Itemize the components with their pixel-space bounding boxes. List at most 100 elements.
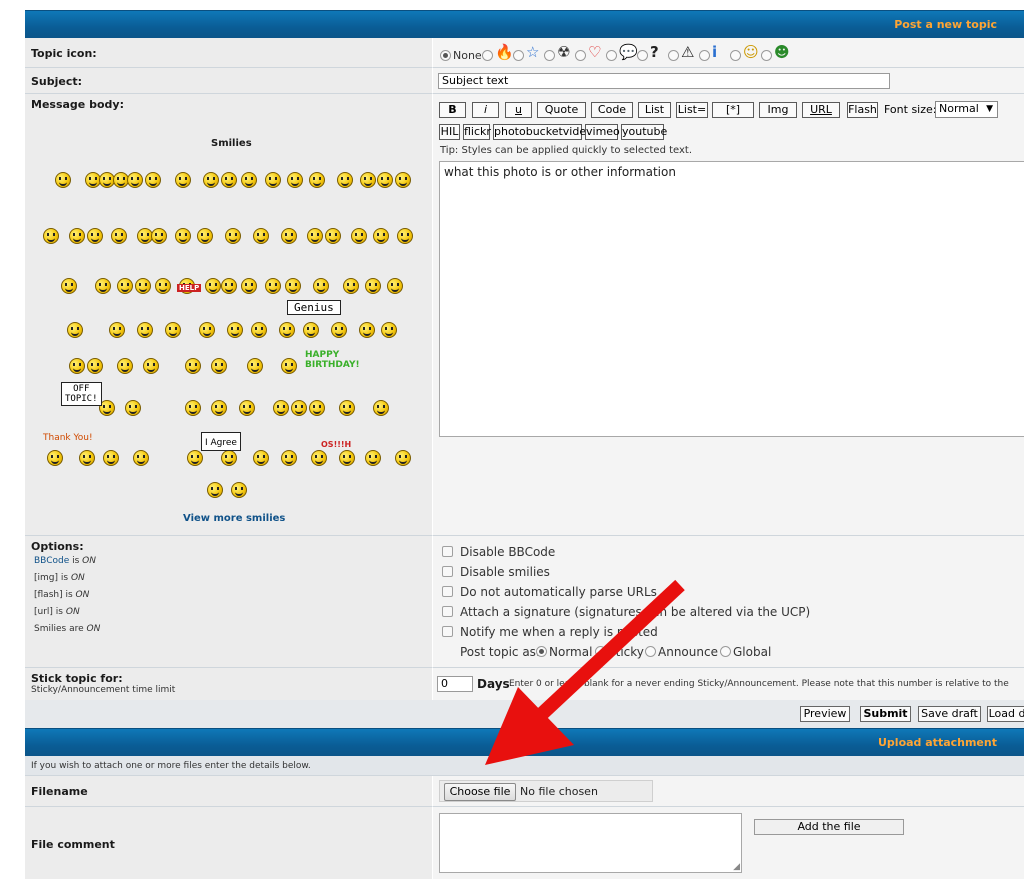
media-button-flickr[interactable]: flickr [463,124,491,140]
smiley-icon[interactable] [117,278,133,294]
smiley-icon[interactable] [145,172,161,188]
smiley-icon[interactable] [203,172,219,188]
smiley-icon[interactable] [43,228,59,244]
subject-input[interactable]: Subject text [438,73,890,89]
smiley-icon[interactable] [155,278,171,294]
info-icon[interactable]: i [712,43,717,61]
smiley-icon[interactable] [265,278,281,294]
smiley-icon[interactable] [311,450,327,466]
smiley-icon[interactable] [109,322,125,338]
topic-icon-radio-8[interactable] [730,50,741,61]
heart-icon[interactable]: ♡ [588,43,601,61]
smiley-icon[interactable] [359,322,375,338]
star-icon[interactable]: ☆ [526,43,539,61]
option-status-name[interactable]: BBCode [34,556,69,566]
smiley-icon[interactable] [325,228,341,244]
option-checkbox-1[interactable] [442,566,453,577]
smiley-icon[interactable] [187,450,203,466]
action-button-save-draft[interactable]: Save draft [918,706,981,722]
smiley-icon[interactable] [61,278,77,294]
smiley-icon[interactable] [281,450,297,466]
speech-icon[interactable]: 💬 [619,43,638,61]
smiley-icon[interactable] [279,322,295,338]
fire-icon[interactable]: 🔥 [495,43,514,61]
smiley-icon[interactable] [175,228,191,244]
smiley-icon[interactable] [127,172,143,188]
smiley-icon[interactable] [221,450,237,466]
media-button-hil[interactable]: HIL [439,124,460,140]
toolbar-button-img[interactable]: Img [759,102,797,118]
smiley-icon[interactable] [387,278,403,294]
smiley-icon[interactable] [395,172,411,188]
smiley-icon[interactable] [265,172,281,188]
smiley-icon[interactable] [185,400,201,416]
view-more-smilies-link[interactable]: View more smilies [183,513,285,524]
smiley-icon[interactable] [287,172,303,188]
smiley-icon[interactable] [303,322,319,338]
lightbulb-icon[interactable]: ☺ [743,43,759,61]
option-checkbox-0[interactable] [442,546,453,557]
smiley-icon[interactable] [309,400,325,416]
smiley-icon[interactable] [253,450,269,466]
grin-icon[interactable]: ☻ [774,43,790,61]
smiley-icon[interactable] [79,450,95,466]
smiley-icon[interactable] [281,228,297,244]
toolbar-button-code[interactable]: Code [591,102,633,118]
action-button-preview[interactable]: Preview [800,706,850,722]
option-checkbox-2[interactable] [442,586,453,597]
smiley-icon[interactable] [197,228,213,244]
smiley-icon[interactable] [199,322,215,338]
smiley-icon[interactable] [365,450,381,466]
topic-icon-radio-2[interactable] [544,50,555,61]
smiley-icon[interactable] [125,400,141,416]
option-checkbox-3[interactable] [442,606,453,617]
smiley-icon[interactable] [117,358,133,374]
smiley-icon[interactable] [165,322,181,338]
file-comment-textarea[interactable]: ◢ [439,813,742,873]
smiley-icon[interactable] [69,228,85,244]
toolbar-button-list[interactable]: List= [676,102,708,118]
toolbar-button-list[interactable]: List [638,102,671,118]
smiley-icon[interactable] [95,278,111,294]
smiley-icon[interactable] [87,228,103,244]
smiley-icon[interactable] [339,400,355,416]
font-size-select[interactable]: Normal ▼ [935,101,998,118]
smiley-icon[interactable] [373,400,389,416]
smiley-icon[interactable] [87,358,103,374]
smiley-icon[interactable] [211,358,227,374]
action-button-load-d[interactable]: Load d [987,706,1024,722]
smiley-icon[interactable] [221,172,237,188]
smiley-icon[interactable] [331,322,347,338]
smiley-icon[interactable] [241,278,257,294]
smiley-icon[interactable] [247,358,263,374]
topic-icon-radio-4[interactable] [606,50,617,61]
post-as-radio-global[interactable] [720,646,731,657]
smiley-icon[interactable] [205,278,221,294]
action-button-submit[interactable]: Submit [860,706,911,722]
smiley-icon[interactable] [281,358,297,374]
smiley-icon[interactable] [143,358,159,374]
smiley-icon[interactable] [291,400,307,416]
smiley-icon[interactable] [377,172,393,188]
choose-file-button[interactable]: Choose file [444,783,516,801]
smiley-icon[interactable] [313,278,329,294]
smiley-icon[interactable] [253,228,269,244]
smiley-icon[interactable] [227,322,243,338]
message-textarea[interactable]: what this photo is or other information [439,161,1024,437]
warning-icon[interactable]: ⚠ [681,43,694,61]
smiley-icon[interactable] [251,322,267,338]
add-file-button[interactable]: Add the file [754,819,904,835]
toolbar-button-flash[interactable]: Flash [847,102,878,118]
smiley-icon[interactable] [309,172,325,188]
smiley-icon[interactable] [307,228,323,244]
smiley-icon[interactable] [397,228,413,244]
topic-icon-radio-5[interactable] [637,50,648,61]
topic-icon-none-radio[interactable] [440,50,451,61]
topic-icon-radio-6[interactable] [668,50,679,61]
smiley-icon[interactable] [151,228,167,244]
smiley-icon[interactable] [221,278,237,294]
toolbar-button-i[interactable]: i [472,102,499,118]
smiley-icon[interactable] [135,278,151,294]
toolbar-button-url[interactable]: URL [802,102,840,118]
smiley-icon[interactable] [381,322,397,338]
